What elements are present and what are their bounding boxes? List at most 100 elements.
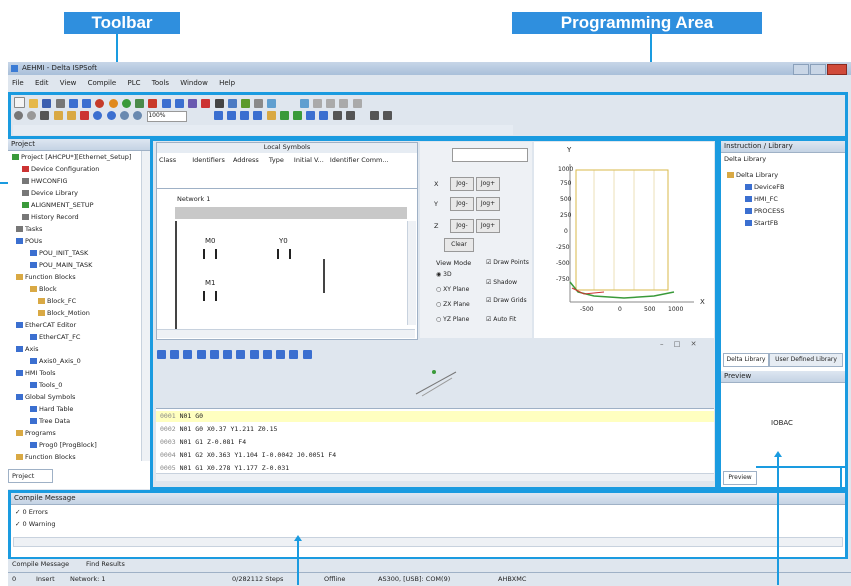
clear-button[interactable]: Clear [444, 238, 474, 252]
gcode-line[interactable]: 0003 N01 G1 Z-0.081 F4 [160, 438, 246, 446]
zoom-out-icon[interactable] [133, 111, 143, 120]
upload-icon[interactable] [174, 99, 184, 108]
coil-y0[interactable] [277, 249, 291, 259]
info-icon[interactable] [299, 99, 309, 108]
menu-edit[interactable]: Edit [35, 79, 49, 87]
library-item[interactable]: DeviceFB [745, 183, 784, 191]
tree-item[interactable]: Function Blocks [16, 273, 76, 281]
tab-user-defined-library[interactable]: User Defined Library [769, 353, 843, 367]
block-tool-icon[interactable] [302, 350, 312, 359]
disconnect-icon[interactable] [27, 111, 37, 120]
tree-item[interactable]: Global Symbols [16, 393, 75, 401]
open-icon[interactable] [29, 99, 39, 108]
monitor-icon[interactable] [135, 99, 145, 108]
axis-dropdown[interactable] [452, 148, 528, 162]
library-item[interactable]: StartFB [745, 219, 778, 227]
project-tab[interactable]: Project [8, 469, 53, 483]
paste-icon[interactable] [66, 111, 76, 120]
block-icon[interactable] [266, 111, 276, 120]
option-auto-fit[interactable]: ☑ Auto Fit [486, 316, 516, 323]
maximize-button[interactable] [810, 64, 826, 75]
menu-tools[interactable]: Tools [152, 79, 169, 87]
mdi-minimize-icon[interactable]: – [660, 340, 664, 348]
line-icon[interactable] [292, 111, 302, 120]
col-initial[interactable]: Initial V... [294, 156, 324, 164]
project-scrollbar[interactable] [141, 151, 150, 461]
view-mode-zx[interactable]: ○ ZX Plane [436, 301, 470, 308]
settings-icon[interactable] [227, 99, 237, 108]
col-identifiers[interactable]: Identifiers [192, 156, 225, 164]
jog-z-minus-button[interactable]: Jog- [450, 219, 474, 233]
print-icon[interactable] [55, 99, 65, 108]
contact-m1[interactable] [203, 291, 217, 301]
tree-item[interactable]: Prog0 [ProgBlock] [30, 441, 97, 449]
block-tool-icon[interactable] [183, 350, 193, 359]
tree-item[interactable]: POU_MAIN_TASK [30, 261, 92, 269]
branch-icon[interactable] [279, 111, 289, 120]
tree-item[interactable]: Axis [16, 345, 39, 353]
view-mode-yz[interactable]: ○ YZ Plane [436, 316, 469, 323]
window-icon[interactable] [68, 99, 78, 108]
tree-item[interactable]: Tools_0 [30, 381, 62, 389]
tree-item[interactable]: Block [30, 285, 57, 293]
tree-item[interactable]: ALIGNMENT_SETUP [22, 201, 94, 209]
table-icon[interactable] [254, 99, 264, 108]
jog-x-plus-button[interactable]: Jog+ [476, 177, 500, 191]
tree-item[interactable]: POUs [16, 237, 42, 245]
tree-item[interactable]: Device Library [22, 189, 78, 197]
tree-item[interactable]: Device Configuration [22, 165, 99, 173]
contact-icon[interactable] [226, 111, 236, 120]
library-item[interactable]: HMI_FC [745, 195, 778, 203]
tree-item[interactable]: History Record [22, 213, 79, 221]
zoom-select[interactable]: 100% [147, 111, 188, 122]
tree-item[interactable]: HWCONFIG [22, 177, 68, 185]
tree-item[interactable]: Axis0_Axis_0 [30, 357, 81, 365]
coil-icon[interactable] [240, 111, 250, 120]
tree-item[interactable]: EtherCAT_FC [30, 333, 80, 341]
scissors-icon[interactable] [40, 111, 50, 120]
block-tool-icon[interactable] [223, 350, 233, 359]
library-root[interactable]: Delta Library [727, 171, 778, 179]
block-tool-icon[interactable] [262, 350, 272, 359]
mdi-restore-icon[interactable]: □ [674, 340, 681, 348]
minimize-button[interactable] [793, 64, 809, 75]
redo-icon[interactable] [106, 111, 116, 120]
jog-x-minus-button[interactable]: Jog- [450, 177, 474, 191]
tree-item[interactable]: HMI Tools [16, 369, 56, 377]
cut-icon[interactable] [326, 99, 336, 108]
tree-item[interactable]: Project [AHCPU*][Ethernet_Setup] [12, 153, 131, 161]
block-tool-icon[interactable] [276, 350, 286, 359]
device-icon[interactable] [214, 99, 224, 108]
pointer-icon[interactable] [332, 111, 342, 120]
menu-file[interactable]: File [12, 79, 24, 87]
gcode-line[interactable]: 0005 N01 G1 X0.278 Y1.177 Z-0.031 [160, 464, 289, 472]
jog-y-minus-button[interactable]: Jog- [450, 197, 474, 211]
edit-icon[interactable] [312, 99, 322, 108]
block-tool-icon[interactable] [157, 350, 166, 359]
gcode-line[interactable]: 0002 N01 G0 X0.37 Y1.211 Z0.15 [160, 425, 277, 433]
download-icon[interactable] [161, 99, 171, 108]
tree-item[interactable]: Hard Table [30, 405, 73, 413]
tree-item[interactable]: EtherCAT Editor [16, 321, 76, 329]
ladder-icon[interactable] [213, 111, 223, 120]
gcode-line[interactable]: 0001 N01 G0 [160, 412, 203, 420]
layout-icon[interactable] [82, 99, 92, 108]
tree-item[interactable]: POU_INIT_TASK [30, 249, 88, 257]
tree-item[interactable]: Programs [16, 429, 56, 437]
block-tool-icon[interactable] [196, 350, 206, 359]
preview-tab[interactable]: Preview [723, 471, 757, 485]
path-plot[interactable]: Y X 1000 750 500 250 0 -250 -500 -750 -5… [534, 142, 714, 338]
tree-item[interactable]: Tree Data [30, 417, 70, 425]
menu-view[interactable]: View [60, 79, 77, 87]
block-tool-icon[interactable] [170, 350, 180, 359]
arrow-icon[interactable] [345, 111, 355, 120]
online-icon[interactable] [148, 99, 158, 108]
view-mode-3d[interactable]: ◉ 3D [436, 271, 452, 278]
tab-delta-library[interactable]: Delta Library [723, 353, 769, 367]
compile-icon[interactable] [95, 99, 105, 108]
copy-icon[interactable] [339, 99, 349, 108]
menu-help[interactable]: Help [219, 79, 235, 87]
block-tool-icon[interactable] [289, 350, 299, 359]
chart-icon[interactable] [240, 99, 250, 108]
plus-icon[interactable] [370, 111, 380, 120]
